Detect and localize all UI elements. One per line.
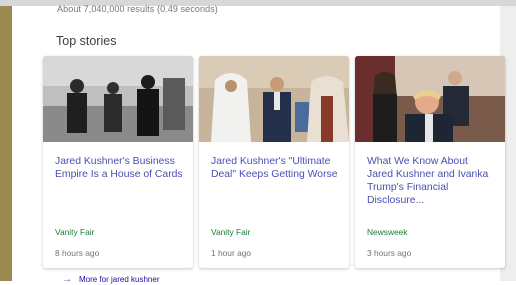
story-card[interactable]: Jared Kushner's "Ultimate Deal" Keeps Ge… [199,56,349,268]
story-source: Vanity Fair [55,227,95,237]
results-count: About 7,040,000 results (0.49 seconds) [57,4,218,14]
story-thumbnail-image[interactable] [43,56,193,142]
story-headline[interactable]: Jared Kushner's Business Empire Is a Hou… [55,155,183,181]
story-timestamp: 1 hour ago [211,248,252,258]
story-source: Newsweek [367,227,408,237]
left-edge-strip [0,0,12,281]
story-thumbnail-image[interactable] [199,56,349,142]
more-stories-label[interactable]: More for jared kushner [79,275,159,284]
story-timestamp: 3 hours ago [367,248,412,258]
more-stories-link[interactable]: → More for jared kushner [62,274,159,285]
top-stories-carousel: Jared Kushner's Business Empire Is a Hou… [43,56,515,268]
story-headline[interactable]: What We Know About Jared Kushner and Iva… [367,155,495,207]
story-source: Vanity Fair [211,227,251,237]
story-card[interactable]: What We Know About Jared Kushner and Iva… [355,56,505,268]
story-timestamp: 8 hours ago [55,248,100,258]
story-headline[interactable]: Jared Kushner's "Ultimate Deal" Keeps Ge… [211,155,339,181]
top-stories-heading: Top stories [56,34,117,48]
arrow-right-icon: → [62,274,72,285]
story-thumbnail-image[interactable] [355,56,505,142]
story-card[interactable]: Jared Kushner's Business Empire Is a Hou… [43,56,193,268]
